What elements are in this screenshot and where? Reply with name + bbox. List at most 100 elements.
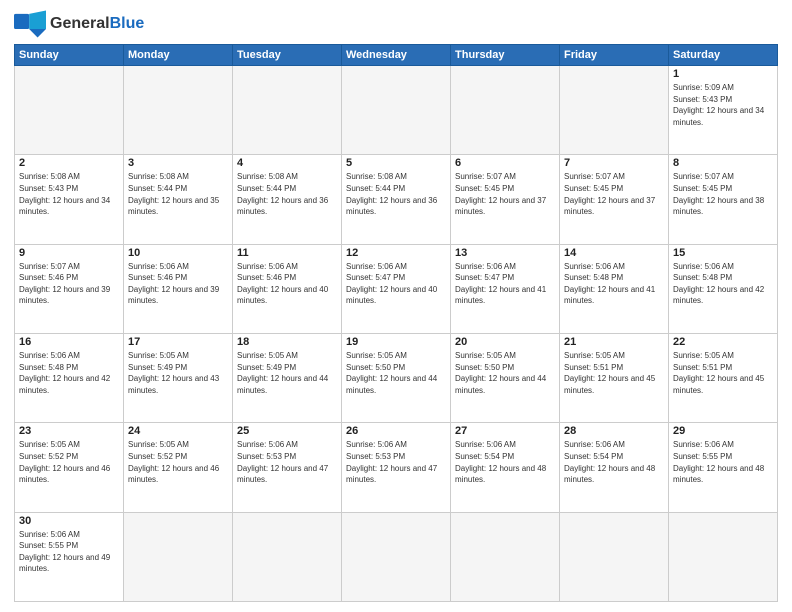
day-info: Sunrise: 5:06 AMSunset: 5:48 PMDaylight:… bbox=[19, 350, 119, 396]
day-header-saturday: Saturday bbox=[669, 45, 778, 66]
day-number: 6 bbox=[455, 157, 555, 169]
calendar-cell: 28Sunrise: 5:06 AMSunset: 5:54 PMDayligh… bbox=[560, 423, 669, 512]
day-number: 27 bbox=[455, 425, 555, 437]
calendar-row-1: 1 Sunrise: 5:09 AMSunset: 5:43 PMDaylight… bbox=[15, 66, 778, 155]
calendar-cell: 4 Sunrise: 5:08 AMSunset: 5:44 PMDaylight… bbox=[233, 155, 342, 244]
day-number: 18 bbox=[237, 336, 337, 348]
day-info: Sunrise: 5:06 AMSunset: 5:48 PMDaylight:… bbox=[673, 261, 773, 307]
calendar-cell bbox=[560, 512, 669, 601]
day-number: 10 bbox=[128, 247, 228, 259]
day-header-monday: Monday bbox=[124, 45, 233, 66]
calendar-cell: 17 Sunrise: 5:05 AMSunset: 5:49 PMDayligh… bbox=[124, 333, 233, 422]
day-number: 14 bbox=[564, 247, 664, 259]
day-info: Sunrise: 5:09 AMSunset: 5:43 PMDaylight:… bbox=[673, 82, 773, 128]
calendar-header-row: SundayMondayTuesdayWednesdayThursdayFrid… bbox=[15, 45, 778, 66]
calendar-cell: 14 Sunrise: 5:06 AMSunset: 5:48 PMDayligh… bbox=[560, 244, 669, 333]
day-number: 3 bbox=[128, 157, 228, 169]
day-info: Sunrise: 5:06 AMSunset: 5:46 PMDaylight:… bbox=[128, 261, 228, 307]
calendar-cell bbox=[669, 512, 778, 601]
day-info: Sunrise: 5:08 AMSunset: 5:44 PMDaylight:… bbox=[237, 171, 337, 217]
calendar-cell bbox=[124, 512, 233, 601]
calendar-cell: 16 Sunrise: 5:06 AMSunset: 5:48 PMDayligh… bbox=[15, 333, 124, 422]
calendar-cell: 22 Sunrise: 5:05 AMSunset: 5:51 PMDayligh… bbox=[669, 333, 778, 422]
day-info: Sunrise: 5:07 AMSunset: 5:46 PMDaylight:… bbox=[19, 261, 119, 307]
calendar-cell: 15Sunrise: 5:06 AMSunset: 5:48 PMDayligh… bbox=[669, 244, 778, 333]
day-info: Sunrise: 5:06 AMSunset: 5:55 PMDaylight:… bbox=[19, 529, 119, 575]
calendar-cell: 1 Sunrise: 5:09 AMSunset: 5:43 PMDaylight… bbox=[669, 66, 778, 155]
calendar-cell: 11Sunrise: 5:06 AMSunset: 5:46 PMDayligh… bbox=[233, 244, 342, 333]
calendar-cell: 13Sunrise: 5:06 AMSunset: 5:47 PMDayligh… bbox=[451, 244, 560, 333]
day-number: 5 bbox=[346, 157, 446, 169]
calendar-row-5: 23 Sunrise: 5:05 AMSunset: 5:52 PMDayligh… bbox=[15, 423, 778, 512]
day-info: Sunrise: 5:06 AMSunset: 5:48 PMDaylight:… bbox=[564, 261, 664, 307]
day-header-sunday: Sunday bbox=[15, 45, 124, 66]
header: GeneralBlue bbox=[14, 10, 778, 38]
day-info: Sunrise: 5:08 AMSunset: 5:44 PMDaylight:… bbox=[128, 171, 228, 217]
day-number: 16 bbox=[19, 336, 119, 348]
calendar-cell: 2Sunrise: 5:08 AMSunset: 5:43 PMDaylight… bbox=[15, 155, 124, 244]
day-info: Sunrise: 5:07 AMSunset: 5:45 PMDaylight:… bbox=[455, 171, 555, 217]
calendar-cell: 18Sunrise: 5:05 AMSunset: 5:49 PMDayligh… bbox=[233, 333, 342, 422]
day-number: 17 bbox=[128, 336, 228, 348]
day-number: 22 bbox=[673, 336, 773, 348]
calendar-cell: 5 Sunrise: 5:08 AMSunset: 5:44 PMDaylight… bbox=[342, 155, 451, 244]
day-number: 4 bbox=[237, 157, 337, 169]
day-number: 13 bbox=[455, 247, 555, 259]
day-number: 21 bbox=[564, 336, 664, 348]
calendar-cell: 24 Sunrise: 5:05 AMSunset: 5:52 PMDayligh… bbox=[124, 423, 233, 512]
day-info: Sunrise: 5:06 AMSunset: 5:54 PMDaylight:… bbox=[455, 439, 555, 485]
day-header-wednesday: Wednesday bbox=[342, 45, 451, 66]
calendar-cell: 26Sunrise: 5:06 AMSunset: 5:53 PMDayligh… bbox=[342, 423, 451, 512]
logo: GeneralBlue bbox=[14, 10, 144, 38]
day-info: Sunrise: 5:08 AMSunset: 5:43 PMDaylight:… bbox=[19, 171, 119, 217]
day-number: 29 bbox=[673, 425, 773, 437]
day-header-thursday: Thursday bbox=[451, 45, 560, 66]
calendar-cell bbox=[451, 66, 560, 155]
day-number: 19 bbox=[346, 336, 446, 348]
day-info: Sunrise: 5:06 AMSunset: 5:54 PMDaylight:… bbox=[564, 439, 664, 485]
calendar-row-2: 2Sunrise: 5:08 AMSunset: 5:43 PMDaylight… bbox=[15, 155, 778, 244]
calendar-row-4: 16 Sunrise: 5:06 AMSunset: 5:48 PMDayligh… bbox=[15, 333, 778, 422]
calendar-row-3: 9 Sunrise: 5:07 AMSunset: 5:46 PMDaylight… bbox=[15, 244, 778, 333]
calendar-cell: 23 Sunrise: 5:05 AMSunset: 5:52 PMDayligh… bbox=[15, 423, 124, 512]
day-number: 20 bbox=[455, 336, 555, 348]
calendar-cell: 12 Sunrise: 5:06 AMSunset: 5:47 PMDayligh… bbox=[342, 244, 451, 333]
calendar-cell bbox=[233, 512, 342, 601]
day-info: Sunrise: 5:05 AMSunset: 5:49 PMDaylight:… bbox=[128, 350, 228, 396]
logo-icon bbox=[14, 10, 46, 38]
calendar-cell: 3 Sunrise: 5:08 AMSunset: 5:44 PMDaylight… bbox=[124, 155, 233, 244]
calendar-cell bbox=[124, 66, 233, 155]
day-info: Sunrise: 5:05 AMSunset: 5:52 PMDaylight:… bbox=[19, 439, 119, 485]
day-info: Sunrise: 5:08 AMSunset: 5:44 PMDaylight:… bbox=[346, 171, 446, 217]
day-number: 8 bbox=[673, 157, 773, 169]
calendar-cell: 6 Sunrise: 5:07 AMSunset: 5:45 PMDaylight… bbox=[451, 155, 560, 244]
calendar-cell: 10 Sunrise: 5:06 AMSunset: 5:46 PMDayligh… bbox=[124, 244, 233, 333]
calendar-cell: 9 Sunrise: 5:07 AMSunset: 5:46 PMDaylight… bbox=[15, 244, 124, 333]
day-info: Sunrise: 5:06 AMSunset: 5:47 PMDaylight:… bbox=[346, 261, 446, 307]
day-info: Sunrise: 5:07 AMSunset: 5:45 PMDaylight:… bbox=[564, 171, 664, 217]
day-info: Sunrise: 5:05 AMSunset: 5:51 PMDaylight:… bbox=[564, 350, 664, 396]
day-number: 12 bbox=[346, 247, 446, 259]
day-number: 30 bbox=[19, 515, 119, 527]
day-header-tuesday: Tuesday bbox=[233, 45, 342, 66]
day-info: Sunrise: 5:05 AMSunset: 5:51 PMDaylight:… bbox=[673, 350, 773, 396]
day-info: Sunrise: 5:05 AMSunset: 5:52 PMDaylight:… bbox=[128, 439, 228, 485]
calendar-cell: 7 Sunrise: 5:07 AMSunset: 5:45 PMDaylight… bbox=[560, 155, 669, 244]
day-number: 26 bbox=[346, 425, 446, 437]
day-number: 9 bbox=[19, 247, 119, 259]
day-number: 24 bbox=[128, 425, 228, 437]
calendar-cell: 25Sunrise: 5:06 AMSunset: 5:53 PMDayligh… bbox=[233, 423, 342, 512]
calendar-cell bbox=[451, 512, 560, 601]
calendar-cell: 21 Sunrise: 5:05 AMSunset: 5:51 PMDayligh… bbox=[560, 333, 669, 422]
day-info: Sunrise: 5:06 AMSunset: 5:55 PMDaylight:… bbox=[673, 439, 773, 485]
day-number: 1 bbox=[673, 68, 773, 80]
day-info: Sunrise: 5:05 AMSunset: 5:50 PMDaylight:… bbox=[455, 350, 555, 396]
day-number: 23 bbox=[19, 425, 119, 437]
calendar-cell: 30 Sunrise: 5:06 AMSunset: 5:55 PMDayligh… bbox=[15, 512, 124, 601]
day-info: Sunrise: 5:06 AMSunset: 5:46 PMDaylight:… bbox=[237, 261, 337, 307]
day-info: Sunrise: 5:05 AMSunset: 5:50 PMDaylight:… bbox=[346, 350, 446, 396]
day-number: 7 bbox=[564, 157, 664, 169]
day-info: Sunrise: 5:07 AMSunset: 5:45 PMDaylight:… bbox=[673, 171, 773, 217]
calendar-cell: 8 Sunrise: 5:07 AMSunset: 5:45 PMDaylight… bbox=[669, 155, 778, 244]
calendar-table: SundayMondayTuesdayWednesdayThursdayFrid… bbox=[14, 44, 778, 602]
